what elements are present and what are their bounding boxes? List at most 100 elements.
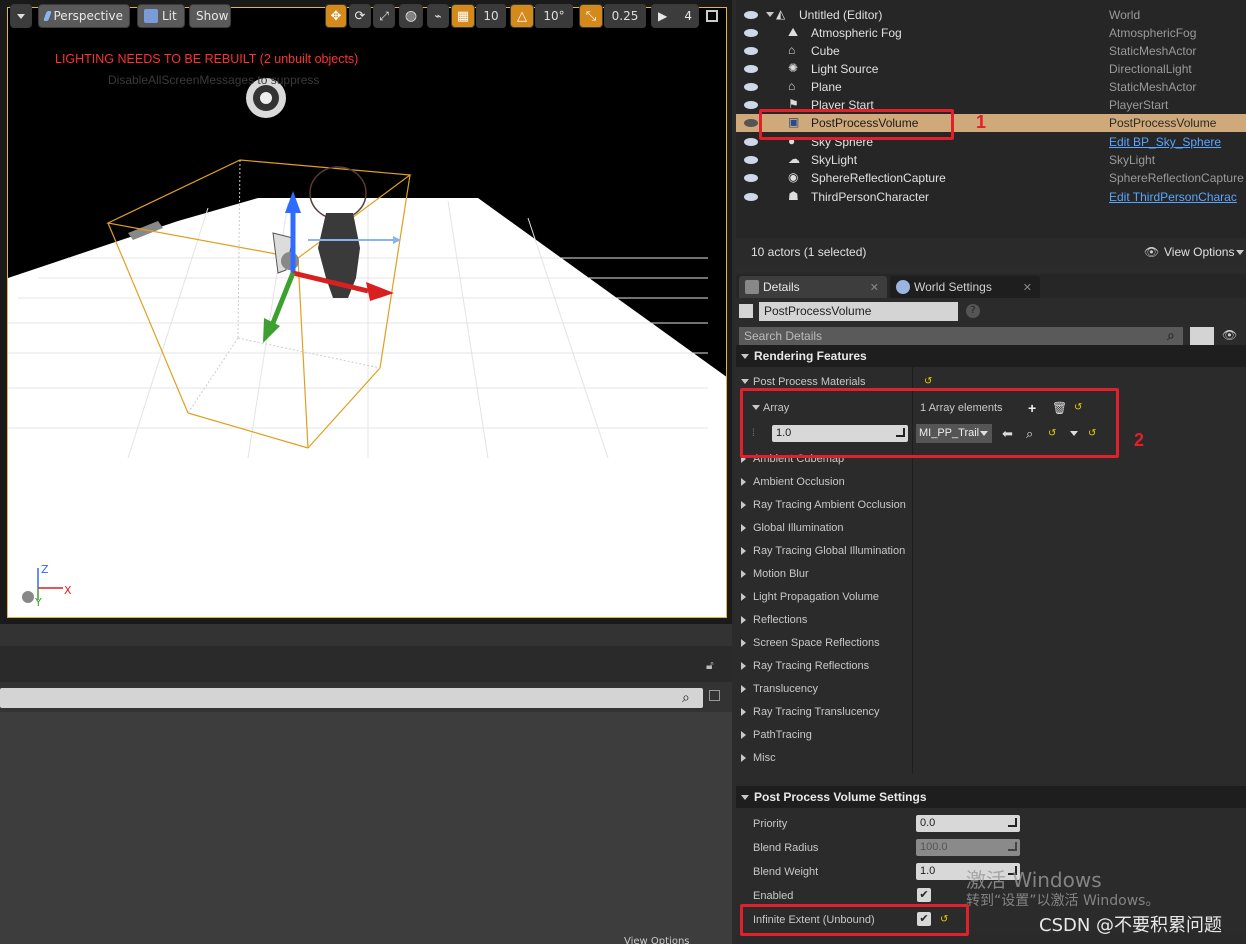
save-icon[interactable] [709,690,720,701]
scale-icon: ⤢ [379,8,389,23]
axis-z-label: Z [41,563,49,576]
world-local-toggle[interactable]: ◍ [399,4,423,28]
csdn-watermark: CSDN @不要积累问题 [1039,915,1223,936]
view-options-button[interactable]: View Options [1164,245,1234,259]
outliner-row-type: SphereReflectionCapture [1109,171,1244,185]
scale-snap-value[interactable]: 0.25 [604,4,646,28]
outliner-row-type[interactable]: Edit ThirdPersonCharac [1109,190,1237,204]
show-label: Show [196,9,229,23]
rotate-icon: ⟳ [354,8,366,24]
viewport-toolbar: Perspective Lit Show ✥ ⟳ ⤢ ◍ ⌁ ▦ 10 △ 10… [0,0,732,34]
section-row[interactable]: Ray Tracing Ambient Occlusion [736,493,1246,516]
enabled-checkbox[interactable]: ✔ [917,888,931,902]
viewport-options-button[interactable] [10,4,32,28]
grid-snap-toggle[interactable]: ▦ [451,4,475,28]
section-row[interactable]: Light Propagation Volume [736,585,1246,608]
outliner-row[interactable]: ◭ Untitled (Editor) World [736,6,1246,24]
camera-speed-button[interactable]: ▶ 4 [651,4,699,28]
tab-world-settings[interactable]: World Settings ✕ [890,276,1040,298]
surface-snap-button[interactable]: ⌁ [427,4,449,28]
outliner-row[interactable]: ☗ ThirdPersonCharacter Edit ThirdPersonCha… [736,188,1246,206]
outliner-row[interactable]: ⌂ Plane StaticMeshActor [736,78,1246,96]
blend-radius-field[interactable]: 100.0 [916,839,1020,856]
outliner-row-type: StaticMeshActor [1109,44,1197,58]
outliner-row[interactable]: ☁ SkyLight SkyLight [736,151,1246,169]
visibility-eye-icon[interactable] [744,65,758,73]
section-row[interactable]: Screen Space Reflections [736,631,1246,654]
translate-tool-button[interactable]: ✥ [325,4,347,28]
outliner-row-type[interactable]: Edit BP_Sky_Sphere [1109,135,1221,149]
actor-name-field[interactable]: PostProcessVolume [759,302,958,321]
scene-render [8,78,726,617]
reset-icon[interactable]: ↺ [924,376,934,387]
annotation-box-3 [740,904,969,936]
visibility-eye-icon[interactable] [744,101,758,109]
outliner-row[interactable]: ✺ Light Source DirectionalLight [736,60,1246,78]
chevron-right-icon [741,615,746,624]
rotation-snap-value[interactable]: 10° [535,4,573,28]
annotation-box-1 [759,109,954,140]
close-icon[interactable]: ✕ [870,281,879,294]
rotate-tool-button[interactable]: ⟳ [349,4,371,28]
tab-details-label: Details [763,280,800,294]
view-options-bottom[interactable]: View Options [624,936,690,944]
visibility-eye-icon[interactable] [744,193,758,201]
eye-icon: 👁︎ [1144,245,1160,259]
maximize-icon[interactable] [706,10,718,22]
show-button[interactable]: Show [189,4,231,28]
output-log-search-input[interactable] [0,688,703,708]
section-row[interactable]: Ray Tracing Reflections [736,654,1246,677]
section-label: PathTracing [753,728,812,741]
visibility-eye-icon[interactable] [744,174,758,182]
outliner-row[interactable]: ⛰ Atmospheric Fog AtmosphericFog [736,24,1246,42]
section-row[interactable]: Misc [736,746,1246,769]
visibility-eye-icon[interactable] [744,47,758,55]
prop-priority[interactable]: Priority 0.0 [736,812,1246,835]
section-row[interactable]: PathTracing [736,723,1246,746]
section-row[interactable]: Global Illumination [736,516,1246,539]
priority-field[interactable]: 0.0 [916,815,1020,832]
eye-icon[interactable]: 👁︎ [1222,328,1237,342]
tab-details[interactable]: Details ✕ [739,276,887,298]
visibility-eye-icon[interactable] [744,11,758,19]
visibility-eye-icon[interactable] [744,156,758,164]
chevron-down-icon[interactable] [766,12,774,17]
grid-snap-value[interactable]: 10 [476,4,506,28]
perspective-label: Perspective [53,9,124,23]
section-row[interactable]: Motion Blur [736,562,1246,585]
property-matrix-button[interactable] [1190,327,1214,346]
outliner-row[interactable]: ⌂ Cube StaticMeshActor [736,42,1246,60]
section-row[interactable]: Reflections [736,608,1246,631]
lit-button[interactable]: Lit [137,4,185,28]
camera-speed-value: 4 [684,9,692,23]
scale-snap-toggle[interactable]: ⤡ [579,4,603,28]
close-icon[interactable]: ✕ [1023,281,1032,294]
visibility-eye-icon[interactable] [744,29,758,37]
details-search-input[interactable]: Search Details [739,327,1183,345]
windows-activation-watermark: 激活 Windows [966,868,1102,892]
outliner-row[interactable]: ◉ SphereReflectionCapture SphereReflection… [736,169,1246,187]
scale-tool-button[interactable]: ⤢ [373,4,395,28]
category-post-process-volume-settings[interactable]: Post Process Volume Settings [736,786,1246,808]
perspective-button[interactable]: Perspective [38,4,130,28]
section-row[interactable]: Ray Tracing Translucency [736,700,1246,723]
section-row[interactable]: Ray Tracing Global Illumination [736,539,1246,562]
visibility-eye-icon[interactable] [744,119,758,127]
section-row[interactable]: Ambient Occlusion [736,470,1246,493]
chevron-down-icon [741,794,749,800]
info-icon [745,280,759,294]
visibility-eye-icon[interactable] [744,138,758,146]
section-label: Screen Space Reflections [753,636,880,649]
lock-icon[interactable]: 🔓︎ [706,658,714,673]
viewport-canvas[interactable]: LIGHTING NEEDS TO BE REBUILT (2 unbuilt … [7,7,727,618]
angle-icon: △ [517,8,527,24]
globe-icon [896,280,910,294]
prop-blend-radius[interactable]: Blend Radius 100.0 [736,836,1246,859]
visibility-eye-icon[interactable] [744,83,758,91]
rotation-snap-toggle[interactable]: △ [510,4,534,28]
level-viewport[interactable]: LIGHTING NEEDS TO BE REBUILT (2 unbuilt … [0,0,732,624]
help-icon[interactable]: ? [966,304,980,318]
section-label: Ray Tracing Translucency [753,705,880,718]
category-rendering-features[interactable]: Rendering Features [736,345,1246,367]
section-row[interactable]: Translucency [736,677,1246,700]
